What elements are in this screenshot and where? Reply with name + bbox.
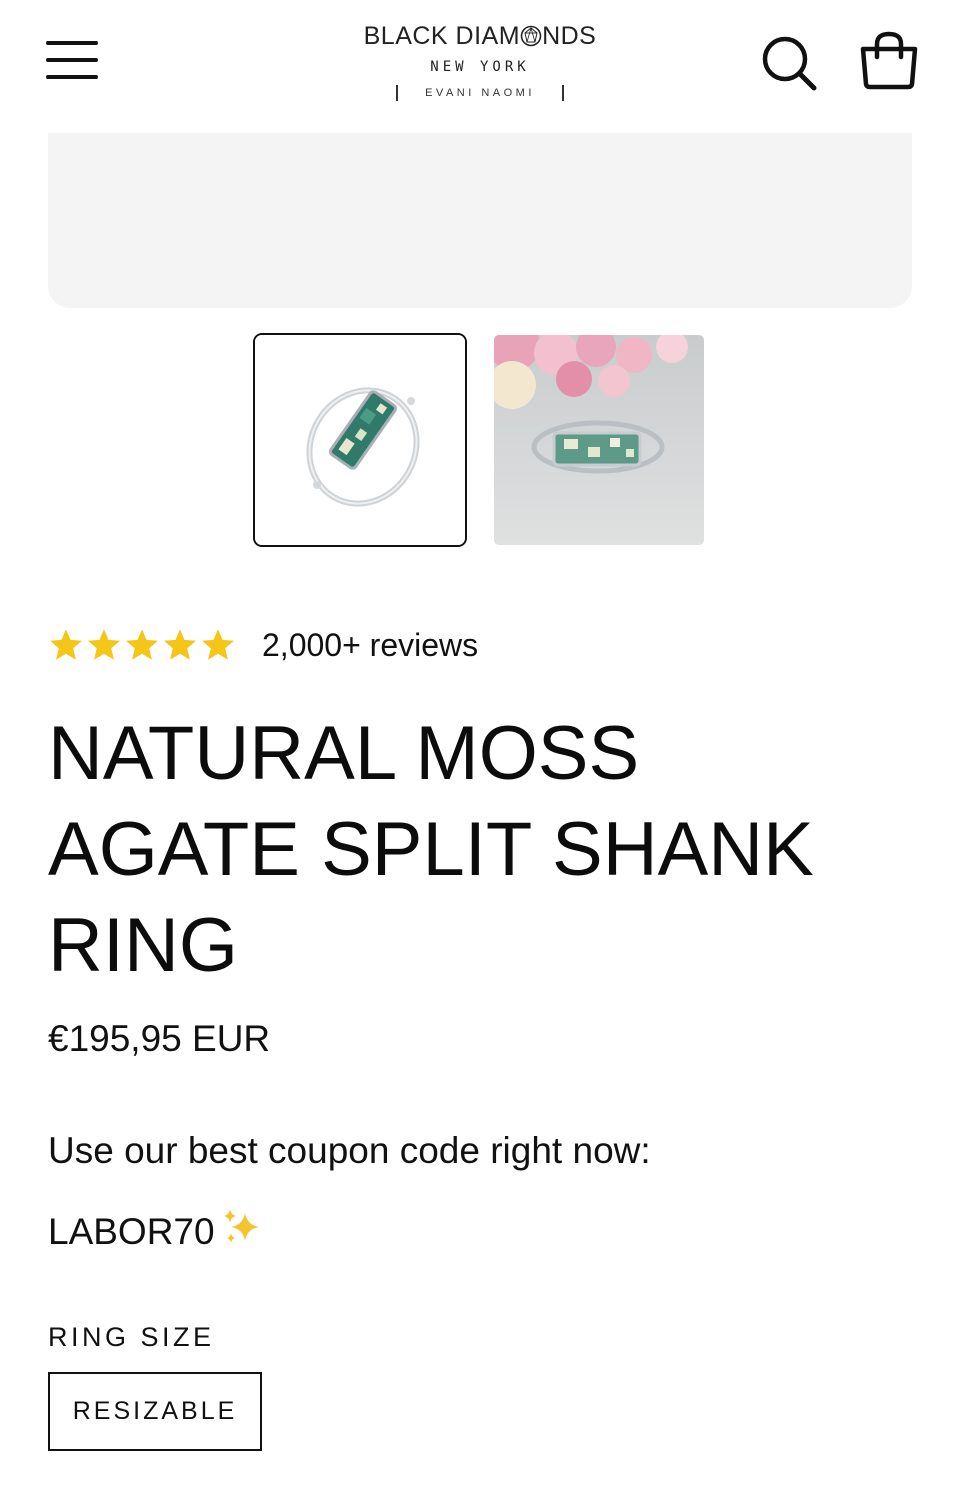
logo-main-start: BLACK DIAM — [363, 22, 521, 50]
ring-lifestyle-thumbnail[interactable] — [494, 335, 704, 545]
product-rating[interactable]: 2,000+ reviews — [48, 620, 478, 670]
ring-product-thumbnail[interactable] — [253, 333, 467, 547]
ring-lifestyle-image — [494, 335, 704, 545]
logo-divider — [562, 85, 564, 101]
star-icon — [49, 629, 83, 660]
coupon-message: Use our best coupon code right now: — [48, 1130, 651, 1171]
logo-main-text: BLACK DIAM NDS — [300, 22, 660, 53]
brand-logo[interactable]: BLACK DIAM NDS NEW YORK EVANI NAOMI — [300, 22, 660, 110]
logo-tagline-text: EVANI NAOMI — [425, 87, 535, 99]
site-header: BLACK DIAM NDS NEW YORK EVANI NAOMI — [0, 0, 960, 130]
menu-line — [46, 58, 98, 62]
star-icon — [125, 629, 159, 660]
diamond-icon — [520, 25, 542, 53]
product-price: €195,95 EUR — [48, 1018, 271, 1059]
main-product-image[interactable] — [48, 133, 912, 308]
ring-image — [255, 335, 465, 545]
search-icon[interactable] — [758, 32, 820, 94]
coupon-code-text: LABOR70 — [48, 1210, 215, 1252]
hamburger-menu-icon[interactable] — [44, 38, 100, 84]
star-rating — [48, 627, 236, 663]
reviews-count-link[interactable]: 2,000+ reviews — [262, 627, 478, 664]
star-icon — [201, 629, 235, 660]
logo-divider — [396, 85, 398, 101]
star-icon — [87, 629, 121, 660]
logo-main-end: NDS — [542, 22, 597, 50]
size-option-resizable[interactable]: RESIZABLE — [48, 1372, 262, 1451]
product-title: NATURAL MOSS AGATE SPLIT SHANK RING — [48, 711, 814, 988]
menu-line — [46, 41, 98, 45]
logo-subtitle: NEW YORK — [430, 59, 530, 75]
star-icon — [163, 629, 197, 660]
coupon-code: LABOR70 — [48, 1205, 263, 1258]
shopping-bag-icon[interactable] — [856, 30, 922, 92]
sparkles-icon — [219, 1205, 263, 1258]
logo-tagline: EVANI NAOMI — [300, 84, 660, 102]
ring-size-label: RING SIZE — [48, 1322, 215, 1352]
menu-line — [46, 75, 98, 79]
